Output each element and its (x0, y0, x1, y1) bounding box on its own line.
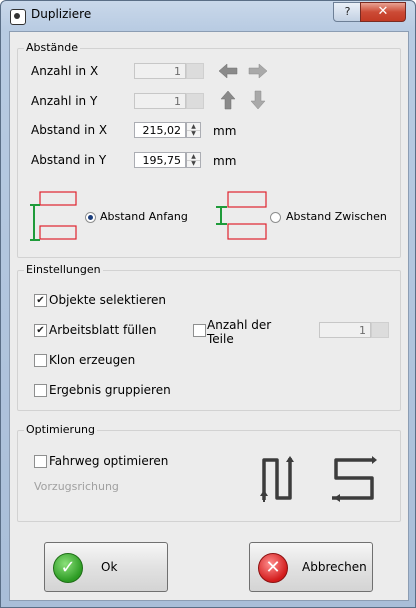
window-title: Dupliziere (31, 7, 92, 21)
arrow-right-icon[interactable] (248, 63, 268, 79)
label-abstand-zwischen[interactable]: Abstand Zwischen (286, 210, 387, 223)
checkbox-ergebnis-gruppieren[interactable] (34, 384, 47, 397)
path-vertical-icon[interactable] (257, 454, 305, 504)
app-icon (10, 9, 26, 25)
arrow-left-icon[interactable] (218, 63, 238, 79)
path-horizontal-icon[interactable] (330, 454, 378, 504)
close-button[interactable]: ✕ (360, 2, 406, 22)
group-label-abstaende: Abstände (24, 41, 81, 54)
abstand-anfang-diagram-icon (30, 191, 77, 241)
checkbox-objekte-selektieren[interactable]: ✔ (34, 294, 47, 307)
abstand-x-field[interactable]: 215,02 (134, 122, 186, 138)
spin-down-icon[interactable]: ▼ (187, 130, 200, 137)
checkbox-arbeitsblatt-fuellen[interactable]: ✔ (34, 324, 47, 337)
radio-abstand-zwischen[interactable] (270, 212, 281, 223)
anzahl-teile-spinner[interactable] (371, 322, 389, 338)
checkbox-klon-erzeugen[interactable] (34, 354, 47, 367)
title-bar[interactable]: Dupliziere ? ✕ (1, 1, 415, 31)
abstand-zwischen-diagram-icon (216, 191, 267, 240)
abstand-y-field[interactable]: 195,75 (134, 152, 186, 168)
radio-abstand-anfang[interactable] (85, 212, 96, 223)
ok-button[interactable]: ✓ Ok (44, 542, 168, 592)
checkbox-fahrweg-optimieren[interactable] (34, 455, 47, 468)
label-ergebnis-gruppieren[interactable]: Ergebnis gruppieren (49, 383, 171, 397)
group-label-optimierung: Optimierung (24, 423, 97, 436)
arrow-down-icon[interactable] (250, 90, 266, 110)
label-anzahl-x: Anzahl in X (31, 64, 99, 78)
abstand-x-spinner[interactable]: ▲ ▼ (186, 122, 201, 138)
label-arbeitsblatt-fuellen[interactable]: Arbeitsblatt füllen (49, 323, 156, 337)
label-fahrweg-optimieren[interactable]: Fahrweg optimieren (49, 454, 168, 468)
checkbox-anzahl-teile[interactable] (193, 324, 206, 337)
dialog-client: Abstände Anzahl in X 1 Anzahl in Y 1 Abs… (9, 31, 409, 601)
cancel-x-icon: ✕ (258, 553, 288, 583)
label-abstand-anfang[interactable]: Abstand Anfang (100, 210, 188, 223)
label-anzahl-teile-1[interactable]: Anzahl der (207, 318, 271, 332)
cancel-button[interactable]: ✕ Abbrechen (249, 542, 373, 592)
unit-abstand-y: mm (213, 154, 237, 168)
anzahl-x-spinner[interactable] (186, 63, 204, 79)
cancel-button-label: Abbrechen (302, 560, 367, 574)
group-label-einstellungen: Einstellungen (24, 263, 103, 276)
anzahl-teile-field[interactable]: 1 (319, 322, 371, 338)
label-anzahl-teile-2[interactable]: Teile (207, 332, 234, 346)
label-anzahl-y: Anzahl in Y (31, 94, 98, 108)
anzahl-y-field[interactable]: 1 (134, 93, 186, 109)
label-klon-erzeugen[interactable]: Klon erzeugen (49, 353, 135, 367)
help-button[interactable]: ? (333, 2, 362, 22)
label-vorzugsrichtung: Vorzugsrichung (34, 480, 119, 493)
anzahl-x-field[interactable]: 1 (134, 63, 186, 79)
dialog-window: Dupliziere ? ✕ Abstände Anzahl in X 1 An… (0, 0, 416, 608)
checkmark-icon: ✓ (53, 553, 83, 583)
arrow-up-icon[interactable] (220, 90, 236, 110)
anzahl-y-spinner[interactable] (186, 93, 204, 109)
abstand-y-spinner[interactable]: ▲ ▼ (186, 152, 201, 168)
unit-abstand-x: mm (213, 124, 237, 138)
label-abstand-y: Abstand in Y (31, 153, 107, 167)
label-objekte-selektieren[interactable]: Objekte selektieren (49, 293, 166, 307)
label-abstand-x: Abstand in X (31, 123, 108, 137)
spin-down-icon[interactable]: ▼ (187, 160, 200, 167)
ok-button-label: Ok (101, 560, 118, 574)
